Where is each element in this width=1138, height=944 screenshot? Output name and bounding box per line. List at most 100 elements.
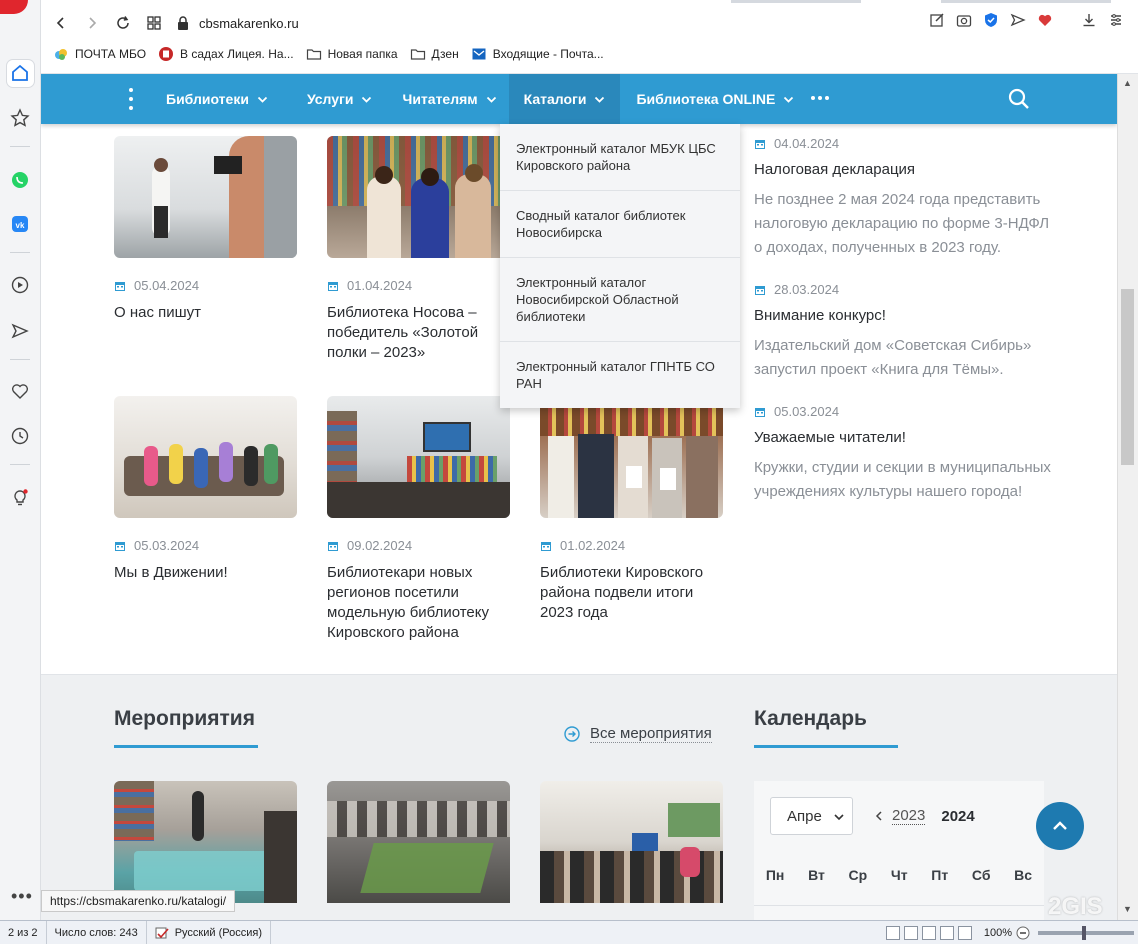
favorite-heart-icon[interactable] [1037, 12, 1053, 28]
star-icon[interactable] [9, 107, 31, 129]
dropdown-item[interactable]: Электронный каталог ГПНТБ СО РАН [500, 342, 740, 408]
nav-item-label: Читателям [402, 91, 478, 107]
full-screen-view-icon[interactable] [903, 926, 918, 940]
dropdown-item[interactable]: Электронный каталог МБУК ЦБС Кировского … [500, 124, 740, 191]
tabs-grid-icon[interactable] [143, 12, 165, 34]
news-card[interactable]: 01.02.2024 Библиотеки Кировского района … [540, 396, 723, 623]
nav-item-library-online[interactable]: Библиотека ONLINE [620, 74, 806, 124]
more-menu-icon[interactable] [811, 96, 829, 100]
scroll-up-arrow-icon[interactable]: ▲ [1123, 78, 1132, 88]
month-select[interactable]: Апре [770, 797, 853, 835]
chevron-left-icon[interactable] [874, 810, 884, 822]
vk-icon[interactable]: vk [9, 213, 31, 235]
zoom-out-icon[interactable] [1016, 926, 1030, 940]
send-icon[interactable] [9, 320, 31, 342]
folder-icon [306, 46, 322, 62]
sidebar-divider [10, 464, 30, 465]
page-counter[interactable]: 2 из 2 [0, 920, 47, 944]
news-title[interactable]: О нас пишут [114, 303, 297, 323]
download-icon[interactable] [1081, 12, 1097, 28]
sidebar-more-icon[interactable]: ••• [11, 886, 33, 907]
news-card[interactable]: 09.02.2024 Библиотекари новых регионов п… [327, 396, 510, 643]
scroll-to-top-button[interactable] [1036, 802, 1084, 850]
event-photo[interactable] [114, 781, 297, 903]
url-field[interactable]: cbsmakarenko.ru [177, 16, 299, 31]
settings-menu-icon[interactable] [1108, 12, 1124, 28]
side-news-title[interactable]: Налоговая декларация [754, 161, 1054, 178]
side-news-title[interactable]: Уважаемые читатели! [754, 429, 1054, 446]
chevron-up-icon [1053, 821, 1067, 830]
event-photo[interactable] [327, 781, 510, 903]
back-icon[interactable] [50, 12, 72, 34]
news-date-text: 09.02.2024 [347, 538, 413, 553]
dropdown-item[interactable]: Сводный каталог библиотек Новосибирска [500, 191, 740, 258]
bookmarks-bar: ПОЧТА МБО В садах Лицея. На... Новая пап… [53, 46, 604, 62]
zoom-level[interactable]: 100% [984, 927, 1012, 939]
whatsapp-icon[interactable] [9, 169, 31, 191]
outline-view-icon[interactable] [939, 926, 954, 940]
address-bar: cbsmakarenko.ru [41, 8, 1138, 38]
chevron-down-icon [362, 96, 372, 103]
page-scrollbar[interactable]: ▲ ▼ [1117, 74, 1138, 920]
all-events-link[interactable]: Все мероприятия [564, 725, 712, 743]
side-news-item[interactable]: 05.03.2024 Уважаемые читатели! Кружки, с… [754, 404, 1054, 504]
news-title[interactable]: Библиотека Носова – победитель «Золотой … [327, 303, 510, 363]
news-title[interactable]: Мы в Движении! [114, 563, 297, 583]
prev-year-link[interactable]: 2023 [892, 807, 926, 825]
word-count[interactable]: Число слов: 243 [47, 920, 147, 944]
print-layout-view-icon[interactable] [885, 926, 900, 940]
news-photo[interactable] [540, 396, 723, 518]
event-photo[interactable] [540, 781, 723, 903]
edit-icon[interactable] [929, 12, 945, 28]
side-news-text: Издательский дом «Советская Сибирь» запу… [754, 337, 1032, 378]
website-viewport: Библиотеки Услуги Читателям Каталоги Биб… [41, 74, 1117, 920]
forward-icon[interactable] [81, 12, 103, 34]
news-title[interactable]: Библиотекари новых регионов посетили мод… [327, 563, 510, 643]
news-card[interactable]: 05.04.2024 О нас пишут [114, 136, 297, 323]
calendar-title: Календарь [754, 707, 867, 730]
news-card[interactable]: 01.04.2024 Библиотека Носова – победител… [327, 136, 510, 363]
nav-item-readers[interactable]: Читателям [384, 74, 508, 124]
shield-icon[interactable] [983, 12, 999, 28]
news-photo[interactable] [114, 136, 297, 258]
dropdown-item[interactable]: Электронный каталог Новосибирской Област… [500, 258, 740, 342]
player-icon[interactable] [9, 274, 31, 296]
scrollbar-thumb[interactable] [1121, 289, 1134, 465]
search-icon[interactable] [1007, 87, 1031, 111]
bookmark-item[interactable]: В садах Лицея. На... [158, 46, 294, 62]
camera-icon[interactable] [956, 12, 972, 28]
side-news-title[interactable]: Внимание конкурс! [754, 307, 1054, 324]
bookmark-item[interactable]: Новая папка [306, 46, 398, 62]
year-switcher: 2023 2024 [874, 807, 975, 825]
heart-icon[interactable] [9, 380, 31, 402]
home-icon[interactable] [9, 62, 31, 84]
language-indicator[interactable]: Русский (Россия) [147, 920, 271, 944]
news-photo[interactable] [114, 396, 297, 518]
zoom-slider[interactable] [1038, 926, 1134, 940]
bookmark-item[interactable]: Входящие - Почта... [471, 46, 604, 62]
vertical-menu-icon[interactable] [127, 88, 135, 110]
nav-menu: Библиотеки Услуги Читателям Каталоги Биб… [154, 74, 806, 124]
draft-view-icon[interactable] [957, 926, 972, 940]
share-send-icon[interactable] [1010, 12, 1026, 28]
web-layout-view-icon[interactable] [921, 926, 936, 940]
side-news-item[interactable]: 28.03.2024 Внимание конкурс! Издательски… [754, 282, 1054, 382]
mail-cloud-icon [53, 46, 69, 62]
news-card[interactable]: 05.03.2024 Мы в Движении! [114, 396, 297, 583]
bookmark-item[interactable]: Дзен [410, 46, 459, 62]
view-zoom-controls: 100% [885, 921, 1138, 944]
history-clock-icon[interactable] [9, 425, 31, 447]
scroll-down-arrow-icon[interactable]: ▼ [1123, 904, 1132, 914]
nav-item-libraries[interactable]: Библиотеки [154, 74, 280, 124]
nav-item-catalogs[interactable]: Каталоги [508, 74, 621, 124]
bookmark-item[interactable]: ПОЧТА МБО [53, 46, 146, 62]
news-photo[interactable] [327, 136, 510, 258]
nav-item-services[interactable]: Услуги [280, 74, 385, 124]
side-news-item[interactable]: 04.04.2024 Налоговая декларация Не поздн… [754, 136, 1054, 260]
lightbulb-icon[interactable] [9, 487, 31, 509]
news-photo[interactable] [327, 396, 510, 518]
browser-logo-icon[interactable] [0, 0, 28, 14]
news-title[interactable]: Библиотеки Кировского района подвели ито… [540, 563, 723, 623]
reload-icon[interactable] [112, 12, 134, 34]
news-date-text: 05.04.2024 [134, 278, 200, 293]
